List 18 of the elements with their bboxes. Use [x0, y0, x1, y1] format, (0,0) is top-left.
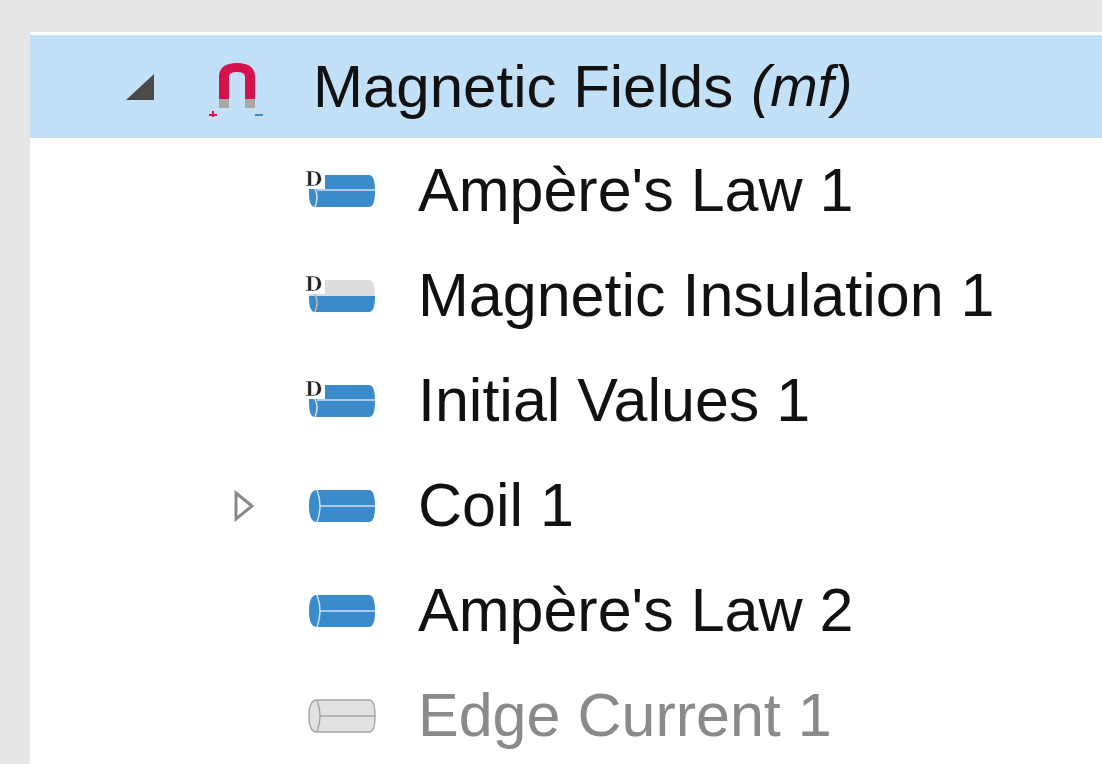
tree-item-label: Magnetic Insulation 1 — [418, 259, 995, 331]
tree-item[interactable]: D Ampère's Law 1 — [30, 138, 1102, 243]
tree-item-label: Coil 1 — [418, 469, 574, 541]
default-letter: D — [305, 273, 323, 296]
tree-item[interactable]: Ampère's Law 2 — [30, 558, 1102, 663]
tree-item[interactable]: D Initial Values 1 — [30, 348, 1102, 453]
tree-item[interactable]: Magnetic Fields (mf) — [30, 35, 1102, 138]
tree-item-label: Edge Current 1 — [418, 679, 832, 751]
tree-item-label: Ampère's Law 2 — [418, 574, 854, 646]
tree-item-label: Magnetic Fields — [313, 51, 734, 122]
tree-item-label: Initial Values 1 — [418, 364, 811, 436]
default-letter: D — [305, 378, 323, 401]
tree-item[interactable]: Coil 1 — [30, 453, 1102, 558]
default-letter: D — [305, 168, 323, 191]
tree-item-tag: (mf) — [751, 43, 853, 130]
caret-icon[interactable] — [233, 489, 255, 522]
tree-item-label: Ampère's Law 1 — [418, 154, 854, 226]
tree-item[interactable]: D Magnetic Insulation 1 — [30, 243, 1102, 348]
